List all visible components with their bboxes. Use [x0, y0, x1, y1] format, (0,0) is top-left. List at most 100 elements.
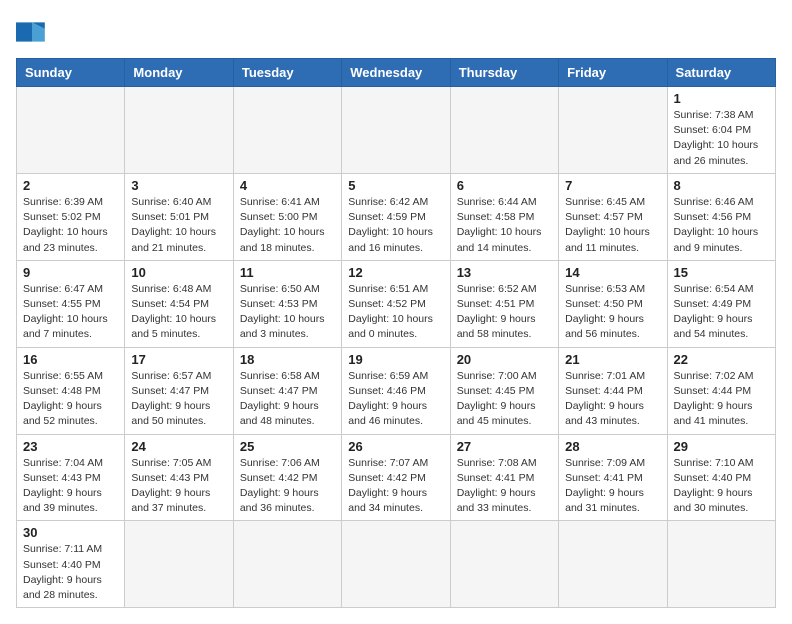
- weekday-header-friday: Friday: [559, 59, 667, 87]
- week-row-6: 30 Sunrise: 7:11 AM Sunset: 4:40 PM Dayli…: [17, 521, 776, 608]
- day-number: 24: [131, 439, 226, 454]
- day-number: 19: [348, 352, 443, 367]
- day-number: 13: [457, 265, 552, 280]
- day-number: 10: [131, 265, 226, 280]
- calendar-cell: 22Sunrise: 7:02 AM Sunset: 4:44 PM Dayli…: [667, 347, 775, 434]
- calendar-cell: [342, 87, 450, 174]
- day-number: 28: [565, 439, 660, 454]
- day-number: 12: [348, 265, 443, 280]
- day-info: Sunrise: 7:08 AM Sunset: 4:41 PM Dayligh…: [457, 456, 552, 517]
- day-number: 9: [23, 265, 118, 280]
- calendar-cell: 17 Sunrise: 6:57 AM Sunset: 4:47 PM Dayli…: [125, 347, 233, 434]
- day-info: Sunrise: 7:00 AM Sunset: 4:45 PM Dayligh…: [457, 369, 552, 430]
- logo: [16, 16, 52, 48]
- day-number: 8: [674, 178, 769, 193]
- calendar-cell: 21 Sunrise: 7:01 AM Sunset: 4:44 PM Dayli…: [559, 347, 667, 434]
- calendar-cell: 9 Sunrise: 6:47 AM Sunset: 4:55 PM Daylig…: [17, 260, 125, 347]
- weekday-header-saturday: Saturday: [667, 59, 775, 87]
- calendar-cell: 4Sunrise: 6:41 AM Sunset: 5:00 PM Daylig…: [233, 173, 341, 260]
- day-info: Sunrise: 6:47 AM Sunset: 4:55 PM Dayligh…: [23, 282, 118, 343]
- calendar-cell: 2 Sunrise: 6:39 AM Sunset: 5:02 PM Daylig…: [17, 173, 125, 260]
- day-info: Sunrise: 6:48 AM Sunset: 4:54 PM Dayligh…: [131, 282, 226, 343]
- calendar-cell: [559, 87, 667, 174]
- day-info: Sunrise: 7:05 AM Sunset: 4:43 PM Dayligh…: [131, 456, 226, 517]
- day-number: 1: [674, 91, 769, 106]
- calendar-cell: [125, 87, 233, 174]
- day-info: Sunrise: 6:40 AM Sunset: 5:01 PM Dayligh…: [131, 195, 226, 256]
- calendar-cell: [17, 87, 125, 174]
- week-row-4: 16Sunrise: 6:55 AM Sunset: 4:48 PM Dayli…: [17, 347, 776, 434]
- calendar-cell: 13 Sunrise: 6:52 AM Sunset: 4:51 PM Dayli…: [450, 260, 558, 347]
- day-number: 21: [565, 352, 660, 367]
- calendar-cell: 6 Sunrise: 6:44 AM Sunset: 4:58 PM Daylig…: [450, 173, 558, 260]
- day-info: Sunrise: 6:44 AM Sunset: 4:58 PM Dayligh…: [457, 195, 552, 256]
- calendar-cell: 24 Sunrise: 7:05 AM Sunset: 4:43 PM Dayli…: [125, 434, 233, 521]
- day-info: Sunrise: 7:01 AM Sunset: 4:44 PM Dayligh…: [565, 369, 660, 430]
- day-number: 17: [131, 352, 226, 367]
- week-row-1: 1 Sunrise: 7:38 AM Sunset: 6:04 PM Daylig…: [17, 87, 776, 174]
- weekday-header-wednesday: Wednesday: [342, 59, 450, 87]
- week-row-2: 2 Sunrise: 6:39 AM Sunset: 5:02 PM Daylig…: [17, 173, 776, 260]
- day-number: 5: [348, 178, 443, 193]
- day-number: 6: [457, 178, 552, 193]
- day-number: 7: [565, 178, 660, 193]
- day-info: Sunrise: 7:11 AM Sunset: 4:40 PM Dayligh…: [23, 542, 118, 603]
- calendar-cell: [342, 521, 450, 608]
- weekday-header-row: SundayMondayTuesdayWednesdayThursdayFrid…: [17, 59, 776, 87]
- day-info: Sunrise: 7:06 AM Sunset: 4:42 PM Dayligh…: [240, 456, 335, 517]
- calendar-cell: [233, 521, 341, 608]
- calendar-cell: 23Sunrise: 7:04 AM Sunset: 4:43 PM Dayli…: [17, 434, 125, 521]
- calendar-cell: [233, 87, 341, 174]
- calendar-cell: 25Sunrise: 7:06 AM Sunset: 4:42 PM Dayli…: [233, 434, 341, 521]
- week-row-3: 9 Sunrise: 6:47 AM Sunset: 4:55 PM Daylig…: [17, 260, 776, 347]
- day-number: 2: [23, 178, 118, 193]
- day-number: 14: [565, 265, 660, 280]
- day-info: Sunrise: 6:59 AM Sunset: 4:46 PM Dayligh…: [348, 369, 443, 430]
- calendar-cell: 14Sunrise: 6:53 AM Sunset: 4:50 PM Dayli…: [559, 260, 667, 347]
- day-number: 3: [131, 178, 226, 193]
- day-number: 26: [348, 439, 443, 454]
- calendar-cell: 1 Sunrise: 7:38 AM Sunset: 6:04 PM Daylig…: [667, 87, 775, 174]
- calendar-cell: 16Sunrise: 6:55 AM Sunset: 4:48 PM Dayli…: [17, 347, 125, 434]
- weekday-header-tuesday: Tuesday: [233, 59, 341, 87]
- day-info: Sunrise: 7:02 AM Sunset: 4:44 PM Dayligh…: [674, 369, 769, 430]
- day-info: Sunrise: 6:52 AM Sunset: 4:51 PM Dayligh…: [457, 282, 552, 343]
- day-info: Sunrise: 6:41 AM Sunset: 5:00 PM Dayligh…: [240, 195, 335, 256]
- day-number: 16: [23, 352, 118, 367]
- calendar-cell: [450, 87, 558, 174]
- calendar-cell: 12 Sunrise: 6:51 AM Sunset: 4:52 PM Dayli…: [342, 260, 450, 347]
- day-number: 27: [457, 439, 552, 454]
- calendar-cell: 11Sunrise: 6:50 AM Sunset: 4:53 PM Dayli…: [233, 260, 341, 347]
- calendar-cell: [125, 521, 233, 608]
- header: [16, 16, 776, 48]
- weekday-header-monday: Monday: [125, 59, 233, 87]
- day-number: 11: [240, 265, 335, 280]
- day-info: Sunrise: 6:42 AM Sunset: 4:59 PM Dayligh…: [348, 195, 443, 256]
- calendar-cell: 28 Sunrise: 7:09 AM Sunset: 4:41 PM Dayli…: [559, 434, 667, 521]
- day-info: Sunrise: 7:04 AM Sunset: 4:43 PM Dayligh…: [23, 456, 118, 517]
- day-number: 29: [674, 439, 769, 454]
- day-info: Sunrise: 6:57 AM Sunset: 4:47 PM Dayligh…: [131, 369, 226, 430]
- calendar-cell: 3 Sunrise: 6:40 AM Sunset: 5:01 PM Daylig…: [125, 173, 233, 260]
- calendar: SundayMondayTuesdayWednesdayThursdayFrid…: [16, 58, 776, 608]
- day-info: Sunrise: 7:09 AM Sunset: 4:41 PM Dayligh…: [565, 456, 660, 517]
- calendar-cell: 8 Sunrise: 6:46 AM Sunset: 4:56 PM Daylig…: [667, 173, 775, 260]
- calendar-cell: 5 Sunrise: 6:42 AM Sunset: 4:59 PM Daylig…: [342, 173, 450, 260]
- day-number: 15: [674, 265, 769, 280]
- day-info: Sunrise: 7:38 AM Sunset: 6:04 PM Dayligh…: [674, 108, 769, 169]
- weekday-header-sunday: Sunday: [17, 59, 125, 87]
- day-info: Sunrise: 6:46 AM Sunset: 4:56 PM Dayligh…: [674, 195, 769, 256]
- calendar-cell: [450, 521, 558, 608]
- calendar-cell: 29 Sunrise: 7:10 AM Sunset: 4:40 PM Dayli…: [667, 434, 775, 521]
- day-info: Sunrise: 6:39 AM Sunset: 5:02 PM Dayligh…: [23, 195, 118, 256]
- day-info: Sunrise: 6:45 AM Sunset: 4:57 PM Dayligh…: [565, 195, 660, 256]
- day-info: Sunrise: 6:51 AM Sunset: 4:52 PM Dayligh…: [348, 282, 443, 343]
- day-info: Sunrise: 6:58 AM Sunset: 4:47 PM Dayligh…: [240, 369, 335, 430]
- calendar-cell: 19 Sunrise: 6:59 AM Sunset: 4:46 PM Dayli…: [342, 347, 450, 434]
- calendar-cell: 18Sunrise: 6:58 AM Sunset: 4:47 PM Dayli…: [233, 347, 341, 434]
- day-info: Sunrise: 7:10 AM Sunset: 4:40 PM Dayligh…: [674, 456, 769, 517]
- calendar-cell: 20Sunrise: 7:00 AM Sunset: 4:45 PM Dayli…: [450, 347, 558, 434]
- calendar-cell: [559, 521, 667, 608]
- weekday-header-thursday: Thursday: [450, 59, 558, 87]
- day-number: 30: [23, 525, 118, 540]
